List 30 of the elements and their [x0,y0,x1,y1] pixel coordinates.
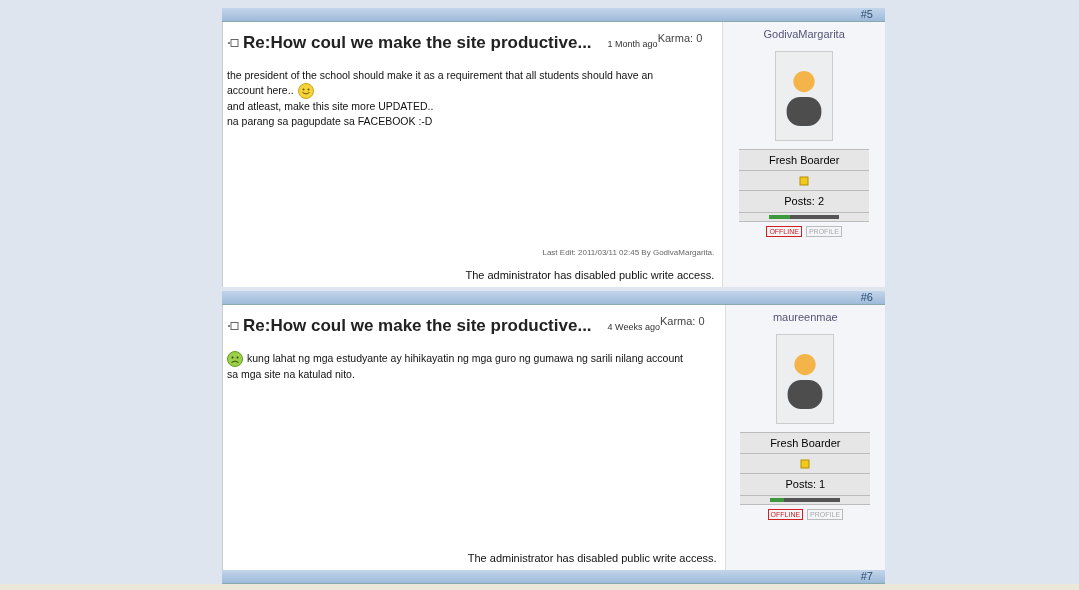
rank-label: Fresh Boarder [739,148,870,171]
post-title: Re:How coul we make the site productive... [243,32,592,54]
post-count: Posts: 1 [740,474,871,496]
post-icon [227,320,239,331]
smiley-icon [297,82,314,99]
karma-label: Karma: 0 [659,314,706,327]
post-text: kung lahat ng mga estudyante ay hihikayatin ng mga guro ng gumawa ng sarili nilang account [247,351,684,366]
post-text: the president of the school should make it as a requirement that all students should have an [227,67,654,83]
post-time: 4 Weeks ago [607,322,660,334]
post-icon [227,37,239,48]
post-title: Re:How coul we make the site productive... [243,315,592,337]
avatar-icon [775,50,834,141]
write-access-notice: The administrator has disabled public write access. [464,267,716,283]
post-number: #5 [860,9,873,20]
last-edit-note: Last Edit: 2011/03/11 02:45 By GodivaMargarita. [541,246,716,259]
author-name[interactable]: GodivaMargarita [763,26,845,43]
post-text: sa mga site na katulad nito. [227,366,355,382]
post-text: account here.. [227,83,294,98]
post-text: na parang sa pagupdate sa FACEBOOK :-D [227,113,433,129]
karma-label: Karma: 0 [657,31,704,44]
write-access-notice: The administrator has disabled public write access. [466,550,718,566]
post-count: Posts: 2 [739,191,870,213]
frown-icon [227,350,243,367]
avatar-icon [776,333,835,424]
author-name[interactable]: maureenmae [772,309,838,326]
post-number: #6 [860,292,873,303]
rank-label: Fresh Boarder [740,431,871,454]
post-number: #7 [860,571,873,582]
post-text: and atleast, make this site more UPDATED.. [227,98,434,114]
post-time: 1 Month ago [607,39,658,51]
